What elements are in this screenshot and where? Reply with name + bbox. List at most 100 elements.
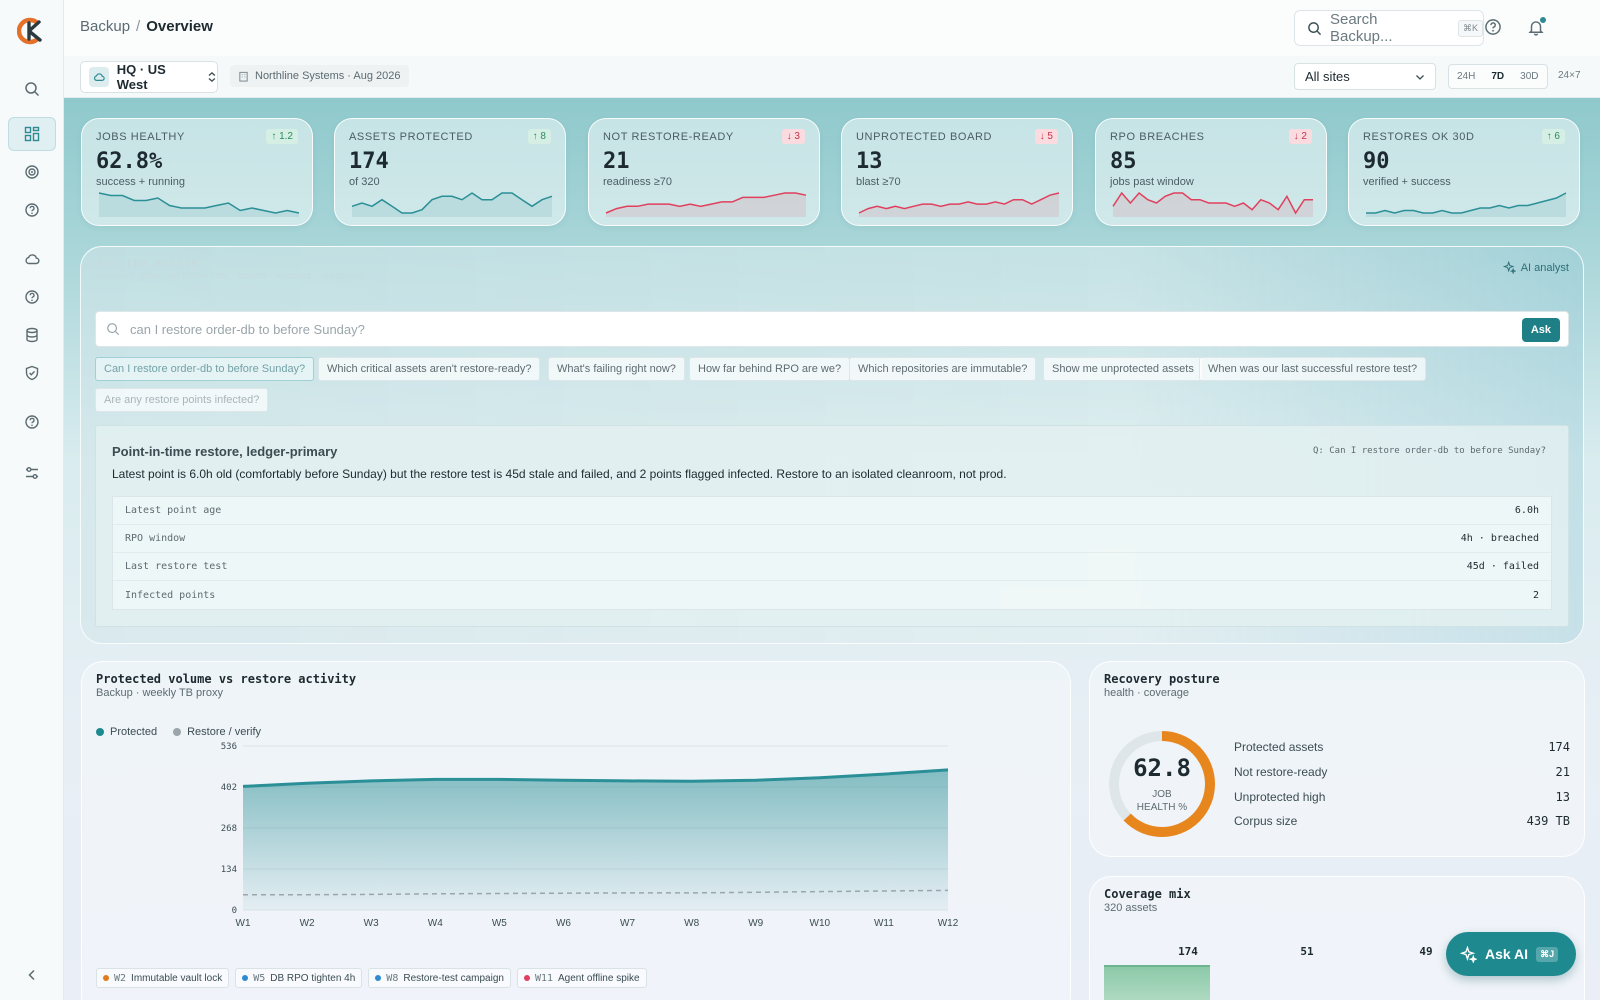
posture-row-label: Corpus size — [1234, 814, 1298, 828]
breadcrumb-root[interactable]: Backup — [80, 18, 130, 35]
answer-facts-table: Latest point age 6.0h RPO window 4h · brea… — [112, 496, 1552, 610]
kpi-sparkline — [858, 192, 1060, 217]
dashboard-icon[interactable] — [8, 117, 56, 151]
cloud-icon[interactable] — [8, 242, 56, 276]
target-icon[interactable] — [8, 155, 56, 189]
chevron-down-icon — [1416, 74, 1424, 80]
ring-label-line-2: HEALTH % — [1136, 802, 1188, 813]
kpi-card[interactable]: ASSETS PROTECTED 174 of 320 ↑ 8 — [334, 118, 566, 226]
x-tick-label: W9 — [748, 918, 763, 929]
volume-area-chart: 0 134 268 402 536 W1 W2 W3 W4 W5 W6 W7 W8 W9 W10 W11 W12 — [221, 742, 959, 929]
x-tick-label: W3 — [364, 918, 379, 929]
kpi-value: 21 — [603, 149, 630, 174]
sites-filter-select[interactable]: All sites — [1294, 63, 1436, 90]
legend-swatch — [96, 728, 104, 737]
fact-key: Infected points — [125, 589, 216, 601]
collapse-sidebar-icon[interactable] — [8, 958, 56, 992]
ring-gauge — [1109, 731, 1215, 837]
x-tick-label: W6 — [556, 918, 571, 929]
chart-subtitle: Backup · weekly TB proxy — [96, 687, 223, 699]
kpi-value: 62.8% — [96, 149, 163, 174]
suggestion-chip[interactable]: Are any restore points infected? — [95, 388, 269, 412]
kpi-card[interactable]: JOBS HEALTHY 62.8% success + running ↑ 1.2 — [81, 118, 313, 226]
annotation-tag[interactable]: W8 Restore-test campaign — [368, 968, 511, 988]
filter-bar: HQ · US West Northline Systems · Aug 202… — [64, 56, 1600, 98]
sparkline-area — [99, 193, 299, 217]
kpi-delta-badge: ↑ 1.2 — [266, 129, 298, 144]
search-placeholder: Search Backup... — [1329, 11, 1393, 45]
annotation-tag[interactable]: W5 DB RPO tighten 4h — [235, 968, 363, 988]
kpi-delta-badge: ↓ 2 — [1288, 129, 1312, 144]
chart-title: Protected volume vs restore activity — [96, 672, 357, 686]
ai-answer-card: Point-in-time restore, ledger-primary Q:… — [95, 425, 1569, 627]
coverage-subtitle: 320 assets — [1104, 902, 1158, 914]
chevron-updown-icon — [208, 71, 216, 83]
ask-ai-button[interactable]: Ask AI ⌘J — [1446, 932, 1576, 976]
kpi-subtext: jobs past window — [1110, 176, 1194, 188]
site-selector[interactable]: HQ · US West — [80, 61, 218, 93]
suggestion-chip[interactable]: How far behind RPO are we? — [689, 357, 851, 381]
suggestion-chip[interactable]: Which repositories are immutable? — [849, 357, 1037, 381]
cloud-icon — [89, 67, 109, 87]
help-icon[interactable] — [8, 280, 56, 314]
suggestion-chip[interactable]: Show me unprotected assets — [1043, 357, 1203, 381]
kpi-delta-badge: ↓ 3 — [781, 129, 805, 144]
fact-row: Latest point age 6.0h — [113, 497, 1551, 525]
posture-title: Recovery posture — [1104, 672, 1220, 686]
legend-item[interactable]: Protected — [96, 726, 157, 738]
legend-item[interactable]: Restore / verify — [173, 726, 261, 738]
coverage-window-label: 24×7 — [1558, 70, 1581, 81]
kpi-delta-badge: ↑ 6 — [1541, 129, 1565, 144]
coverage-bar-value: 174 — [1178, 945, 1198, 958]
kpi-card[interactable]: NOT RESTORE-READY 21 readiness ≥70 ↓ 3 — [588, 118, 820, 226]
suggestion-chip[interactable]: Can I restore order-db to before Sunday? — [95, 357, 315, 381]
answer-question: Q: Can I restore order-db to before Sund… — [1313, 446, 1546, 456]
posture-row-label: Not restore-ready — [1234, 765, 1328, 779]
range-24h[interactable]: 24H — [1449, 71, 1483, 82]
annotation-dot — [375, 975, 382, 981]
posture-row: Unprotected high 13 — [1234, 790, 1570, 804]
volume-chart-card: Protected volume vs restore activity Bac… — [81, 661, 1071, 1000]
coverage-bar[interactable] — [1104, 965, 1210, 1000]
kpi-subtext: verified + success — [1363, 176, 1451, 188]
sidebar — [0, 0, 64, 1000]
range-7d[interactable]: 7D — [1483, 71, 1512, 82]
notifications-button[interactable] — [1527, 17, 1546, 36]
site-selector-label: HQ · US West — [116, 62, 166, 92]
fact-row: RPO window 4h · breached — [113, 525, 1551, 553]
kpi-card[interactable]: RESTORES OK 30D 90 verified + success ↑ 6 — [1348, 118, 1580, 226]
app-logo[interactable] — [17, 16, 47, 46]
org-label: Northline Systems · Aug 2026 — [255, 70, 401, 82]
fact-row: Infected points 2 — [113, 581, 1551, 609]
sites-filter-value: All sites — [1305, 69, 1350, 84]
suggestion-chip[interactable]: What's failing right now? — [548, 357, 685, 381]
notification-dot — [1540, 17, 1546, 23]
kpi-subtext: success + running — [96, 176, 185, 188]
suggestion-chip[interactable]: When was our last successful restore tes… — [1199, 357, 1427, 381]
kpi-sparkline — [1112, 191, 1313, 217]
annotation-dot — [242, 975, 249, 981]
shield-icon[interactable] — [8, 356, 56, 390]
help-icon[interactable] — [8, 405, 56, 439]
annotation-text: DB RPO tighten 4h — [270, 972, 356, 984]
ask-button[interactable]: Ask — [1521, 318, 1560, 342]
search-icon[interactable] — [8, 72, 56, 106]
database-icon[interactable] — [8, 318, 56, 352]
kpi-card[interactable]: UNPROTECTED BOARD 13 blast ≥70 ↓ 5 — [841, 118, 1073, 226]
fact-value: 6.0h — [1514, 505, 1539, 516]
x-tick-label: W2 — [300, 918, 315, 929]
annotation-tag[interactable]: W11 Agent offline spike — [516, 968, 647, 988]
help-icon[interactable] — [8, 193, 56, 227]
kpi-card[interactable]: RPO BREACHES 85 jobs past window ↓ 2 — [1095, 118, 1327, 226]
search-input[interactable]: Search Backup... ⌘K — [1294, 10, 1484, 46]
suggestion-chip[interactable]: Which critical assets aren't restore-rea… — [318, 357, 541, 381]
coverage-bar-value: 51 — [1300, 945, 1314, 958]
kpi-label: UNPROTECTED BOARD — [856, 131, 993, 143]
settings-sliders-icon[interactable] — [8, 456, 56, 490]
help-icon[interactable] — [1484, 18, 1502, 36]
time-range-toggle: 24H 7D 30D — [1448, 64, 1548, 89]
annotation-tag[interactable]: W2 Immutable vault lock — [96, 968, 230, 988]
range-30d[interactable]: 30D — [1512, 71, 1546, 82]
posture-row: Corpus size 439 TB — [1234, 814, 1570, 828]
ai-question-input[interactable]: can I restore order-db to before Sunday?… — [95, 311, 1569, 347]
